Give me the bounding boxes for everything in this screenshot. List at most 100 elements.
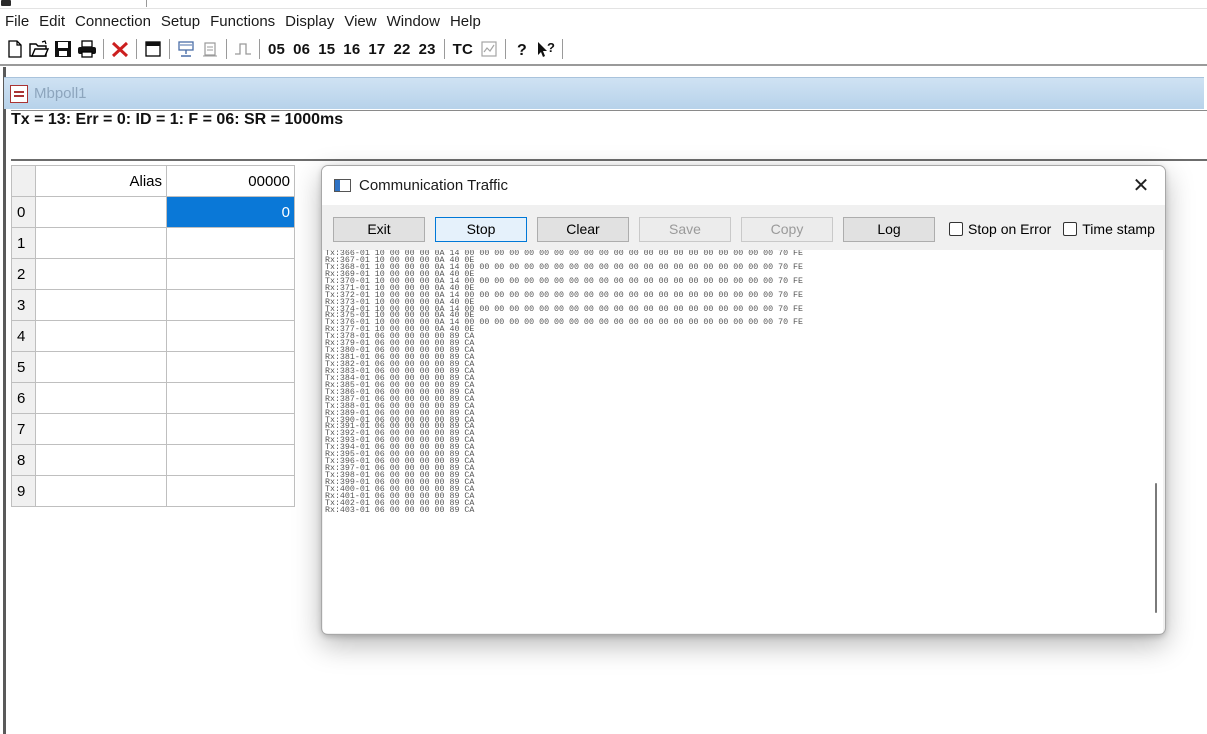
stop-on-error-checkbox[interactable]: Stop on Error	[949, 221, 1051, 237]
register-grid: Alias 00000 0 0 1 2 3 4 5 6 7 8 9	[11, 165, 295, 507]
menu-help[interactable]: Help	[450, 13, 487, 30]
time-stamp-checkbox[interactable]: Time stamp	[1063, 221, 1155, 237]
dialog-title-bar[interactable]: Communication Traffic ✕	[322, 166, 1165, 205]
alias-cell[interactable]	[35, 320, 167, 352]
window-icon[interactable]	[142, 38, 164, 60]
read-icon[interactable]	[199, 38, 221, 60]
value-cell[interactable]: 0	[166, 196, 295, 228]
value-cell[interactable]	[166, 320, 295, 352]
row-header[interactable]: 7	[11, 413, 36, 445]
alias-cell[interactable]	[35, 196, 167, 228]
alias-cell[interactable]	[35, 258, 167, 290]
value-cell[interactable]	[166, 413, 295, 445]
value-cell[interactable]	[166, 227, 295, 259]
scrollbar-thumb[interactable]	[1155, 483, 1157, 613]
traffic-detail-icon[interactable]	[478, 38, 500, 60]
menu-file[interactable]: File	[5, 13, 35, 30]
mbpoll-app: File Edit Connection Setup Functions Dis…	[0, 0, 1207, 734]
value-cell[interactable]	[166, 289, 295, 321]
grid-corner[interactable]	[11, 165, 36, 197]
row-header[interactable]: 8	[11, 444, 36, 476]
row-header[interactable]: 5	[11, 351, 36, 383]
traffic-log[interactable]: Tx:366-01 10 00 00 00 0A 14 00 00 00 00 …	[323, 250, 1146, 633]
status-line: Tx = 13: Err = 0: ID = 1: F = 06: SR = 1…	[11, 110, 1207, 158]
column-header-alias[interactable]: Alias	[35, 165, 167, 197]
connect-icon[interactable]	[175, 38, 197, 60]
toolbar: 05 06 15 16 17 22 23 TC ? ?	[0, 34, 1207, 66]
new-file-icon[interactable]	[4, 38, 26, 60]
traffic-button[interactable]: TC	[453, 41, 473, 58]
function-code-17[interactable]: 17	[368, 41, 385, 58]
value-cell[interactable]	[166, 444, 295, 476]
checkbox-box[interactable]	[1063, 222, 1078, 236]
menu-view[interactable]: View	[344, 13, 382, 30]
stop-button[interactable]: Stop	[435, 216, 527, 242]
time-stamp-label: Time stamp	[1082, 221, 1155, 237]
column-header-address[interactable]: 00000	[166, 165, 295, 197]
menu-window[interactable]: Window	[387, 13, 446, 30]
copy-button[interactable]: Copy	[741, 216, 833, 242]
checkbox-box[interactable]	[949, 222, 963, 236]
close-icon[interactable]: ✕	[1125, 170, 1157, 200]
window-title-strip	[0, 0, 1207, 9]
toolbar-separator	[226, 39, 227, 59]
save-button[interactable]: Save	[639, 216, 731, 242]
menu-edit[interactable]: Edit	[39, 13, 71, 30]
child-window-title: Mbpoll1	[34, 85, 87, 102]
alias-cell[interactable]	[35, 382, 167, 414]
communication-traffic-dialog: Communication Traffic ✕ Exit Stop Clear …	[321, 165, 1166, 635]
alias-cell[interactable]	[35, 289, 167, 321]
table-row: 4	[11, 320, 295, 352]
table-row: 3	[11, 289, 295, 321]
row-header[interactable]: 6	[11, 382, 36, 414]
function-code-05[interactable]: 05	[268, 41, 285, 58]
traffic-scrollbar[interactable]	[1145, 250, 1163, 633]
save-disk-icon[interactable]	[52, 38, 74, 60]
function-code-16[interactable]: 16	[343, 41, 360, 58]
menu-display[interactable]: Display	[285, 13, 340, 30]
poll-status-text: Tx = 13: Err = 0: ID = 1: F = 06: SR = 1…	[11, 111, 344, 128]
value-cell[interactable]	[166, 258, 295, 290]
menu-connection[interactable]: Connection	[75, 13, 157, 30]
function-code-06[interactable]: 06	[293, 41, 310, 58]
value-cell[interactable]	[166, 351, 295, 383]
alias-cell[interactable]	[35, 444, 167, 476]
context-help-icon[interactable]: ?	[535, 38, 557, 60]
alias-cell[interactable]	[35, 475, 167, 507]
toolbar-separator	[136, 39, 137, 59]
row-header[interactable]: 2	[11, 258, 36, 290]
table-row: 5	[11, 351, 295, 383]
function-code-15[interactable]: 15	[318, 41, 335, 58]
printer-icon[interactable]	[76, 38, 98, 60]
alias-cell[interactable]	[35, 413, 167, 445]
row-header[interactable]: 3	[11, 289, 36, 321]
child-window-title-bar[interactable]: Mbpoll1	[4, 77, 1204, 109]
dialog-button-bar: Exit Stop Clear Save Copy Log Stop on Er…	[333, 216, 1163, 242]
row-header[interactable]: 4	[11, 320, 36, 352]
menu-setup[interactable]: Setup	[161, 13, 206, 30]
log-button[interactable]: Log	[843, 216, 935, 242]
table-row: 2	[11, 258, 295, 290]
alias-cell[interactable]	[35, 351, 167, 383]
exit-button[interactable]: Exit	[333, 216, 425, 242]
row-header[interactable]: 0	[11, 196, 36, 228]
red-x-icon[interactable]	[109, 38, 131, 60]
value-cell[interactable]	[166, 475, 295, 507]
clear-button[interactable]: Clear	[537, 216, 629, 242]
document-icon	[10, 84, 28, 103]
pulse-icon[interactable]	[232, 38, 254, 60]
menu-bar: File Edit Connection Setup Functions Dis…	[0, 9, 1207, 33]
open-folder-icon[interactable]	[28, 38, 50, 60]
function-code-23[interactable]: 23	[419, 41, 436, 58]
table-row: 6	[11, 382, 295, 414]
help-icon[interactable]: ?	[511, 38, 533, 60]
alias-cell[interactable]	[35, 227, 167, 259]
value-cell[interactable]	[166, 382, 295, 414]
table-row: 1	[11, 227, 295, 259]
menu-functions[interactable]: Functions	[210, 13, 281, 30]
row-header[interactable]: 1	[11, 227, 36, 259]
function-code-22[interactable]: 22	[393, 41, 410, 58]
row-header[interactable]: 9	[11, 475, 36, 507]
toolbar-separator	[562, 39, 564, 59]
table-row: 7	[11, 413, 295, 445]
